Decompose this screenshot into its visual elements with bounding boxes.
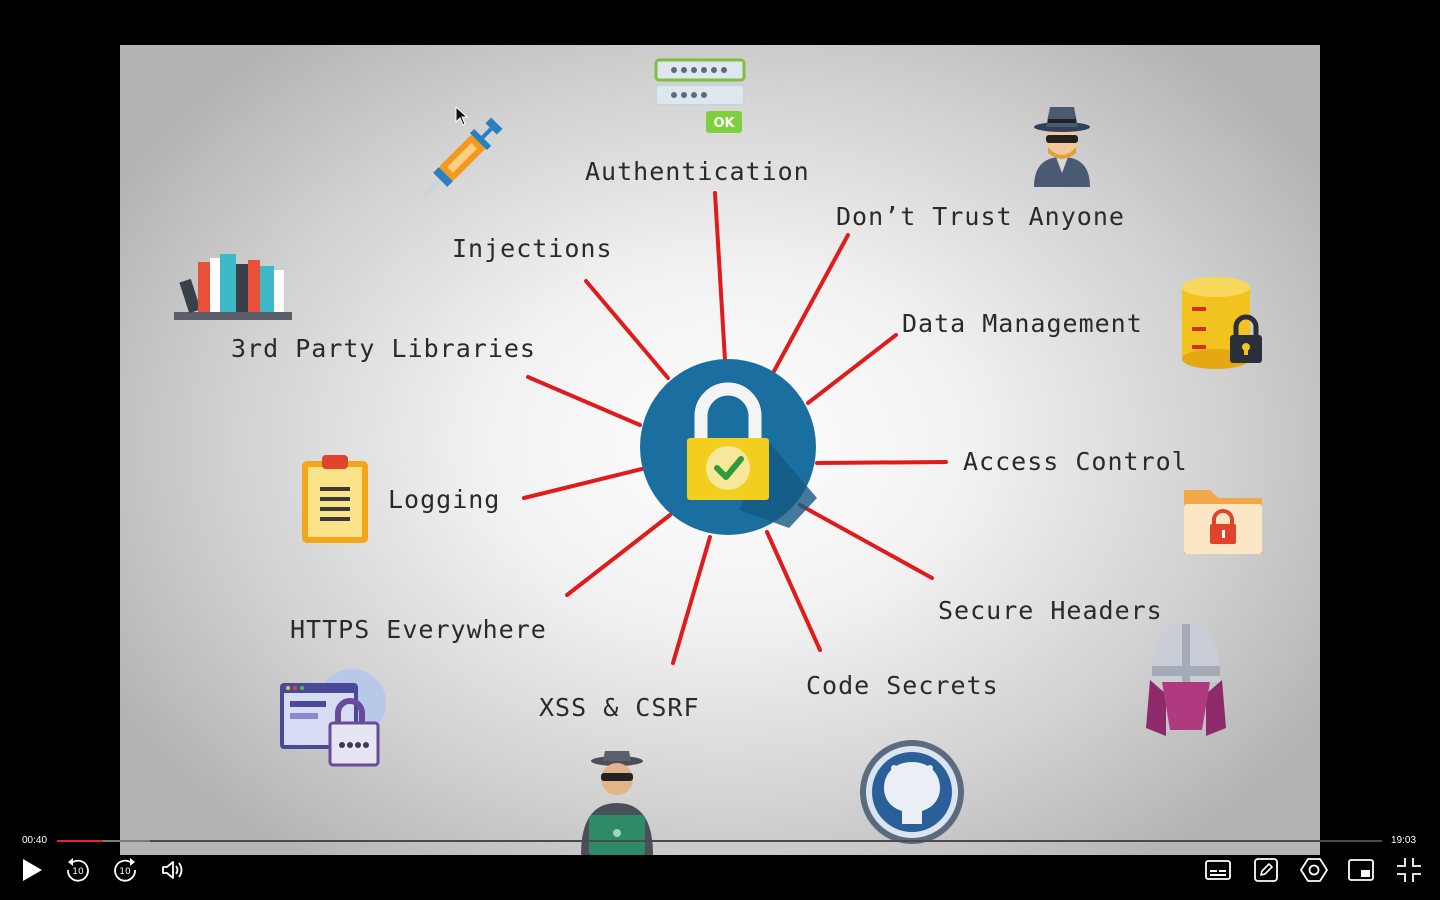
lock-check-icon bbox=[640, 359, 817, 535]
edit-note-icon bbox=[1254, 858, 1278, 882]
gear-icon bbox=[1300, 858, 1328, 882]
label-logging: Logging bbox=[388, 485, 501, 514]
books-icon bbox=[174, 254, 292, 320]
ray-authentication bbox=[713, 191, 727, 362]
picture-in-picture-button[interactable] bbox=[1343, 852, 1379, 888]
spy-icon bbox=[1034, 107, 1090, 187]
rewind-icon: 10 bbox=[67, 858, 89, 882]
clipboard-icon bbox=[302, 455, 368, 543]
forward-10-button[interactable]: 10 bbox=[107, 852, 143, 888]
label-dont-trust-anyone: Don’t Trust Anyone bbox=[836, 202, 1125, 231]
ray-dont-trust bbox=[771, 233, 850, 375]
picture-in-picture-icon bbox=[1348, 859, 1374, 881]
folder-lock-icon bbox=[1184, 490, 1262, 554]
label-injections: Injections bbox=[452, 234, 613, 263]
ray-access-control bbox=[815, 460, 948, 465]
volume-button[interactable] bbox=[155, 852, 191, 888]
rewind-seconds: 10 bbox=[72, 867, 84, 877]
current-time: 00:40 bbox=[22, 835, 48, 846]
exit-fullscreen-button[interactable] bbox=[1391, 852, 1427, 888]
label-data-management: Data Management bbox=[902, 309, 1143, 338]
settings-button[interactable] bbox=[1296, 852, 1332, 888]
label-3rd-party-libraries: 3rd Party Libraries bbox=[231, 334, 536, 363]
label-https-everywhere: HTTPS Everywhere bbox=[290, 615, 547, 644]
ray-xss bbox=[671, 535, 712, 665]
label-code-secrets: Code Secrets bbox=[806, 671, 999, 700]
label-secure-headers: Secure Headers bbox=[938, 596, 1163, 625]
helmet-icon bbox=[1146, 622, 1226, 736]
forward-icon: 10 bbox=[114, 858, 136, 882]
ok-text: OK bbox=[713, 116, 735, 131]
ray-logging bbox=[522, 467, 644, 500]
duration: 19:03 bbox=[1391, 835, 1417, 846]
progress-bar[interactable] bbox=[57, 840, 1382, 842]
ray-third-party bbox=[526, 375, 642, 427]
ray-code-secrets bbox=[765, 530, 822, 652]
ray-data-management bbox=[806, 333, 898, 405]
mouse-cursor-icon bbox=[455, 106, 469, 126]
label-access-control: Access Control bbox=[963, 447, 1188, 476]
exit-fullscreen-icon bbox=[1397, 858, 1421, 882]
notes-button[interactable] bbox=[1248, 852, 1284, 888]
captions-button[interactable] bbox=[1200, 852, 1236, 888]
ray-secure-headers bbox=[798, 503, 934, 580]
browser-lock-icon bbox=[280, 669, 386, 767]
video-frame[interactable]: Authentication Don’t Trust Anyone Inject… bbox=[120, 45, 1320, 855]
password-field-icon: OK bbox=[654, 58, 746, 133]
database-lock-icon bbox=[1182, 277, 1262, 369]
play-button[interactable] bbox=[14, 852, 50, 888]
volume-icon bbox=[162, 861, 183, 879]
rewind-10-button[interactable]: 10 bbox=[60, 852, 96, 888]
played-bar bbox=[57, 840, 104, 842]
forward-seconds: 10 bbox=[119, 867, 131, 877]
label-xss-csrf: XSS & CSRF bbox=[539, 693, 700, 722]
label-authentication: Authentication bbox=[585, 157, 810, 186]
play-icon bbox=[23, 859, 42, 881]
captions-icon bbox=[1205, 860, 1231, 880]
